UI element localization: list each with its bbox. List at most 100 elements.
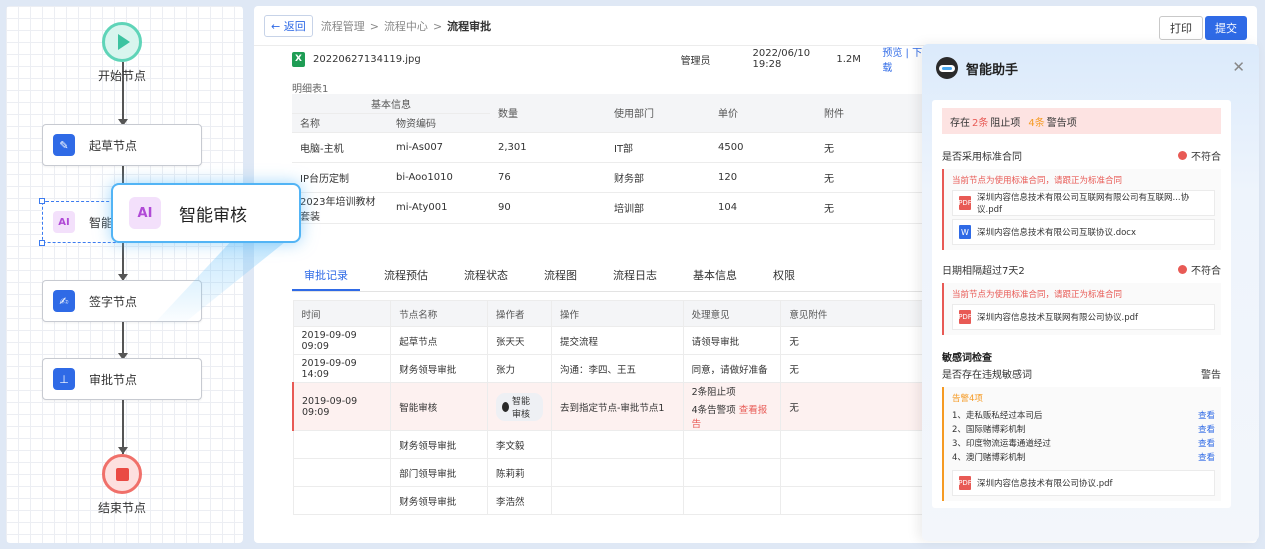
check-title: 日期相隔超过7天2: [942, 266, 1025, 277]
check-title: 是否存在违规敏感词: [942, 370, 1032, 381]
table-row: 2023年培训教材套装 mi-Aty001 90 培训部 104 无: [292, 192, 932, 224]
table-row: 2019-09-09 14:09 财务领导审批 张力 沟通：李四、王五 同意，请…: [292, 354, 932, 383]
view-link[interactable]: 查看: [1198, 437, 1215, 449]
file-item[interactable]: PDF 深圳内容信息技术有限公司协议.pdf: [952, 470, 1215, 496]
table-header: 附件: [816, 94, 932, 133]
check-status: 不符合: [1178, 262, 1221, 277]
record-attachment: [780, 430, 932, 459]
breadcrumb-item[interactable]: 流程管理: [321, 20, 365, 33]
warn-label: 警告项: [1046, 117, 1077, 129]
resize-handle[interactable]: [39, 240, 45, 246]
breadcrumb-current: 流程审批: [447, 19, 492, 33]
record-action: [550, 430, 684, 459]
check-header: 日期相隔超过7天2 不符合: [942, 262, 1221, 277]
robot-icon: [502, 401, 509, 412]
ai-icon: AI: [129, 197, 161, 229]
table-header: 时间: [292, 300, 392, 327]
record-node: 智能审核: [390, 382, 489, 431]
check-detail-box: 当前节点为使用标准合同，请跟正为标准合同 PDF 深圳内容信息技术互联网有限公司协…: [942, 283, 1221, 335]
record-opinion: [682, 458, 782, 487]
approval-records-table: 时间 节点名称 操作者 操作 处理意见 意见附件 2019-09-09 09:0…: [292, 300, 932, 515]
tab-flow-estimate[interactable]: 流程预估: [372, 262, 440, 291]
table-header: 物资编码: [388, 113, 490, 133]
flow-node-label: 起草节点: [89, 138, 138, 153]
flow-node-draft[interactable]: ✎ 起草节点: [42, 124, 202, 166]
record-opinion: 请领导审批: [682, 326, 782, 355]
keyword-text: 2、国际赌博彩机制: [952, 425, 1026, 435]
callout-label: 智能审核: [179, 205, 247, 226]
keyword-item: 4、澳门赌博彩机制 查看: [952, 450, 1215, 464]
print-button[interactable]: 打印: [1159, 16, 1203, 40]
table-cell: bi-Aoo1010: [388, 162, 490, 193]
record-action: [550, 486, 684, 515]
view-link[interactable]: 查看: [1198, 409, 1215, 421]
pdf-icon: PDF: [958, 196, 972, 210]
detail-table: 基本信息 数量 使用部门 单价 附件 名称 物资编码 电脑-主机 mi-As007…: [292, 94, 932, 224]
tab-flow-status[interactable]: 流程状态: [452, 262, 520, 291]
breadcrumb-item[interactable]: 流程中心: [384, 20, 428, 33]
check-status: 不符合: [1178, 148, 1221, 163]
table-cell: 120: [710, 162, 816, 193]
table-cell: mi-Aty001: [388, 192, 490, 224]
stamp-icon: ⊥: [53, 368, 75, 390]
flow-node-label: 智能: [89, 215, 114, 230]
file-item[interactable]: PDF 深圳内容信息技术有限公司互联网有限公司有互联网...协议.pdf: [952, 190, 1215, 216]
ai-review-badge-label: 智能审核: [511, 396, 530, 420]
breadcrumb-separator: >: [369, 19, 379, 33]
ai-icon: AI: [53, 211, 75, 233]
arrow-down-icon: [118, 447, 128, 454]
file-item[interactable]: W 深圳内容信息技术有限公司互联协议.docx: [952, 219, 1215, 245]
file-name: 深圳内容信息技术互联网有限公司协议.pdf: [977, 313, 1138, 323]
record-operator: 张力: [487, 354, 552, 383]
stop-icon: [115, 467, 129, 481]
table-cell: 无: [816, 162, 932, 193]
tab-basic-info[interactable]: 基本信息: [681, 262, 749, 291]
flow-node-approve[interactable]: ⊥ 审批节点: [42, 358, 202, 400]
check-message: 当前节点为使用标准合同，请跟正为标准合同: [952, 290, 1123, 300]
table-header: 数量: [490, 94, 606, 133]
end-node-label: 结束节点: [97, 501, 146, 515]
assistant-title: 智能助手: [966, 62, 1019, 78]
close-icon[interactable]: ✕: [1232, 58, 1245, 76]
submit-button[interactable]: 提交: [1205, 16, 1247, 40]
tab-approval-records[interactable]: 审批记录: [292, 262, 360, 291]
record-operator: 李浩然: [487, 486, 552, 515]
file-item[interactable]: PDF 深圳内容信息技术互联网有限公司协议.pdf: [952, 304, 1215, 330]
file-name: 深圳内容信息技术有限公司互联网有限公司有互联网...协议.pdf: [977, 193, 1190, 215]
record-tabs: 审批记录 流程预估 流程状态 流程图 流程日志 基本信息 权限: [292, 262, 932, 292]
pdf-icon: PDF: [958, 310, 972, 324]
resize-handle[interactable]: [39, 198, 45, 204]
table-header: 处理意见: [682, 300, 782, 327]
record-node: 起草节点: [390, 326, 489, 355]
flow-node-label: 签字节点: [89, 294, 138, 309]
record-attachment: 无: [780, 354, 932, 383]
record-time: [292, 430, 392, 459]
tab-flow-log[interactable]: 流程日志: [601, 262, 669, 291]
tab-permissions[interactable]: 权限: [761, 262, 807, 291]
record-action: 去到指定节点-审批节点1: [550, 382, 684, 431]
flow-node-label: 审批节点: [89, 372, 138, 387]
record-operator: 李文毅: [487, 430, 552, 459]
table-cell: 无: [816, 192, 932, 224]
keyword-text: 1、走私贩私经过本司后: [952, 411, 1043, 421]
ai-review-badge: 智能审核: [496, 392, 543, 421]
view-link[interactable]: 查看: [1198, 423, 1215, 435]
record-node: 财务领导审批: [390, 354, 489, 383]
attachment-row: X 20220627134119.jpg 管理员 2022/06/10 19:2…: [292, 48, 932, 74]
view-link[interactable]: 查看: [1198, 451, 1215, 463]
record-action: 沟通：李四、王五: [550, 354, 684, 383]
back-button[interactable]: ← 返回: [264, 14, 313, 37]
tab-flow-chart[interactable]: 流程图: [532, 262, 589, 291]
excel-file-icon: X: [292, 51, 305, 67]
table-cell: 2023年培训教材套装: [292, 192, 388, 224]
check-header: 是否存在违规敏感词 警告: [942, 366, 1221, 381]
table-cell: 财务部: [606, 162, 710, 193]
keyword-text: 4、澳门赌博彩机制: [952, 453, 1026, 463]
record-action: 提交流程: [550, 326, 684, 355]
sensitive-detail-box: 告警4项 1、走私贩私经过本司后 查看 2、国际赌博彩机制 查看 3、印度物流运毒通…: [942, 387, 1221, 501]
end-node[interactable]: [102, 454, 142, 494]
start-node[interactable]: [102, 22, 142, 62]
table-cell: 培训部: [606, 192, 710, 224]
table-cell: 76: [490, 162, 606, 193]
ai-review-callout[interactable]: AI 智能审核: [111, 183, 301, 243]
